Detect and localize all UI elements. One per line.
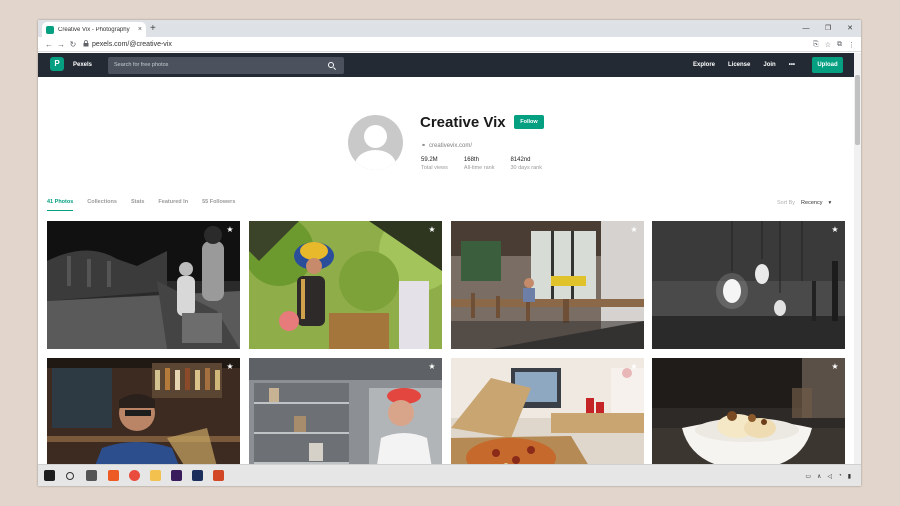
search-box[interactable] (108, 57, 344, 74)
window-controls: — ❐ ✕ (795, 20, 861, 37)
address-bar-actions: ⎘ ☆ ⧉ ⋮ (813, 37, 855, 52)
stat-label: Total views (421, 165, 448, 171)
photo-cafe-interior[interactable]: ★ (451, 221, 644, 349)
system-tray: ▭ ∧ ◁ ◔ ▮ (805, 465, 851, 486)
upload-button[interactable]: Upload (812, 57, 843, 73)
back-icon[interactable]: ← (43, 40, 55, 49)
page-viewport: P Pexels Explore License Join ••• Upload… (38, 53, 861, 464)
file-explorer-icon[interactable] (150, 470, 161, 481)
avatar (348, 115, 403, 170)
taskbar-app-icon[interactable] (108, 470, 119, 481)
minimize-button[interactable]: — (795, 20, 817, 37)
nav-explore[interactable]: Explore (693, 62, 715, 68)
follow-button[interactable]: Follow (514, 115, 544, 129)
maximize-button[interactable]: ❐ (817, 20, 839, 37)
network-icon[interactable]: ◔ (838, 473, 842, 479)
extension-icon[interactable]: ⧉ (837, 41, 842, 49)
lock-icon (83, 39, 89, 49)
close-window-button[interactable]: ✕ (839, 20, 861, 37)
premiere-icon[interactable] (171, 470, 182, 481)
pexels-logo[interactable]: P (50, 57, 64, 71)
tab-featured-in[interactable]: Featured In (158, 199, 188, 211)
stat-value: 59.2M (421, 157, 438, 163)
sort-label: Sort By (777, 200, 796, 206)
website-link[interactable]: ⚭ creativevix.com/ (421, 142, 473, 150)
tab-stats[interactable]: Stats (131, 199, 144, 211)
site-nav: Explore License Join ••• (693, 53, 808, 77)
star-icon[interactable]: ★ (225, 362, 235, 372)
nav-join[interactable]: Join (763, 62, 775, 68)
taskbar-search-icon[interactable] (66, 472, 74, 480)
url-field[interactable]: pexels.com/@creative-vix (83, 39, 172, 49)
menu-kebab-icon[interactable]: ⋮ (848, 41, 855, 49)
task-view-icon[interactable] (86, 470, 97, 481)
more-menu-icon[interactable]: ••• (789, 62, 795, 68)
reload-icon[interactable]: ↻ (67, 40, 79, 49)
tab-followers[interactable]: 55 Followers (202, 199, 235, 211)
photo-man-at-bar[interactable]: ★ (47, 358, 240, 464)
star-icon[interactable]: ★ (427, 362, 437, 372)
photo-hanging-lightbulbs[interactable]: ★ (652, 221, 845, 349)
address-bar: ← → ↻ pexels.com/@creative-vix ⎘ ☆ ⧉ ⋮ (38, 37, 861, 52)
pexels-favicon-icon (46, 25, 54, 34)
brand-name[interactable]: Pexels (73, 53, 92, 77)
link-icon: ⚭ (421, 143, 427, 149)
stat-value: 168th (463, 157, 479, 163)
search-input[interactable] (114, 57, 314, 74)
stat-all-time-rank: 168th All-time rank (464, 157, 495, 171)
photo-dark-alley-couple[interactable]: ★ (47, 221, 240, 349)
chevron-up-icon[interactable]: ∧ (817, 473, 821, 480)
star-icon[interactable]: ★ (830, 362, 840, 372)
bookmark-star-icon[interactable]: ☆ (825, 41, 831, 49)
new-tab-button[interactable]: + (150, 22, 156, 35)
notification-icon[interactable]: ▭ (805, 473, 811, 480)
sort-control[interactable]: Sort By Recency ▾ (777, 200, 831, 206)
page-scrollbar[interactable] (854, 53, 861, 464)
browser-tab[interactable]: Creative Vix - Photography × (42, 22, 146, 37)
profile-stats: 59.2M Total views 168th All-time rank 81… (421, 157, 542, 171)
chevron-down-icon: ▾ (828, 200, 832, 206)
browser-window: Creative Vix - Photography × + — ❐ ✕ ← →… (38, 20, 861, 486)
star-icon[interactable]: ★ (830, 225, 840, 235)
sort-value: Recency (801, 200, 823, 206)
volume-icon[interactable]: ◁ (827, 473, 832, 480)
website-text: creativevix.com/ (429, 142, 473, 149)
star-icon[interactable]: ★ (629, 225, 639, 235)
tab-strip: Creative Vix - Photography × + — ❐ ✕ (38, 20, 861, 37)
forward-icon[interactable]: → (55, 40, 67, 49)
powerpoint-icon[interactable] (213, 470, 224, 481)
star-icon[interactable]: ★ (427, 225, 437, 235)
photoshop-icon[interactable] (192, 470, 203, 481)
stat-label: All-time rank (463, 165, 495, 171)
photo-chef-in-kitchen[interactable]: ★ (249, 358, 442, 464)
battery-icon[interactable]: ▮ (848, 473, 851, 480)
stat-label: 30 days rank (510, 165, 542, 171)
site-header: P Pexels Explore License Join ••• Upload (38, 53, 854, 77)
profile-name: Creative Vix (420, 114, 506, 131)
stat-value: 8142nd (510, 157, 531, 163)
photo-pizza-box-laptop[interactable]: ★ (451, 358, 644, 464)
stat-30-days-rank: 8142nd 30 days rank (510, 157, 542, 171)
tab-photos[interactable]: 41 Photos (47, 199, 74, 211)
star-icon[interactable]: ★ (225, 225, 235, 235)
star-icon[interactable]: ★ (629, 362, 639, 372)
stat-total-views: 59.2M Total views (421, 157, 448, 171)
tab-title: Creative Vix - Photography (58, 26, 130, 33)
tab-close-icon[interactable]: × (138, 26, 142, 33)
nav-license[interactable]: License (728, 62, 750, 68)
windows-start-icon[interactable] (44, 470, 55, 481)
search-icon[interactable] (328, 62, 334, 68)
photo-dessert-bowl[interactable]: ★ (652, 358, 845, 464)
url-text: pexels.com/@creative-vix (92, 40, 172, 48)
scrollbar-thumb[interactable] (855, 75, 860, 145)
translate-icon[interactable]: ⎘ (813, 41, 819, 49)
photo-feathered-headdress-vendor[interactable]: ★ (249, 221, 442, 349)
tab-collections[interactable]: Collections (87, 199, 117, 211)
profile-tabs: 41 Photos Collections Stats Featured In … (47, 199, 235, 211)
chrome-icon[interactable] (129, 470, 140, 481)
windows-taskbar: ▭ ∧ ◁ ◔ ▮ (38, 464, 861, 486)
